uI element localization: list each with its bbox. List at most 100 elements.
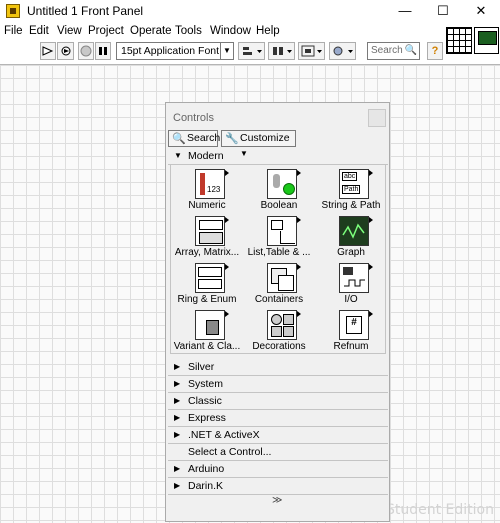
- category-label: .NET & ActiveX: [188, 429, 260, 441]
- category-dotnet-activex[interactable]: ▶ .NET & ActiveX: [168, 427, 388, 444]
- distribute-icon: [272, 47, 292, 55]
- palette-item-label: List,Table & ...: [247, 247, 311, 258]
- graph-icon: [339, 216, 373, 246]
- run-arrow-icon: [42, 46, 54, 56]
- array-matrix-icon: [195, 216, 229, 246]
- wrench-icon: 🔧: [225, 133, 239, 145]
- collapsed-triangle-icon: ▶: [174, 413, 181, 422]
- pause-button[interactable]: [95, 42, 111, 60]
- align-objects-button[interactable]: [238, 42, 265, 60]
- menu-window[interactable]: Window: [210, 25, 251, 37]
- palette-item-label: I/O: [344, 294, 358, 305]
- expanded-triangle-icon: ▼: [174, 151, 182, 160]
- palette-item-label: Numeric: [188, 200, 226, 211]
- palette-item-label: Refnum: [333, 341, 369, 352]
- category-express[interactable]: ▶ Express: [168, 410, 388, 427]
- resize-objects-button[interactable]: [298, 42, 325, 60]
- palette-item-list-table[interactable]: List,Table & ...: [243, 214, 315, 260]
- decorations-icon: [267, 310, 301, 340]
- palette-item-label: Array, Matrix...: [174, 247, 240, 258]
- reorder-button[interactable]: [329, 42, 356, 60]
- palette-close-button[interactable]: [368, 109, 386, 127]
- containers-icon: [267, 263, 301, 293]
- palette-item-numeric[interactable]: 123 Numeric: [171, 167, 243, 213]
- palette-item-io[interactable]: I/O: [315, 261, 387, 307]
- menu-help[interactable]: Help: [256, 25, 280, 37]
- category-classic[interactable]: ▶ Classic: [168, 393, 388, 410]
- category-modern[interactable]: ▼ Modern: [168, 148, 388, 165]
- search-input[interactable]: Search 🔍: [367, 42, 420, 60]
- palette-item-label: Variant & Cla...: [173, 341, 241, 352]
- palette-item-label: Graph: [337, 247, 365, 258]
- align-icon: [242, 47, 262, 55]
- font-select[interactable]: 15pt Application Font ▼: [116, 42, 234, 60]
- category-label: Express: [188, 412, 226, 424]
- palette-item-label: Containers: [254, 294, 304, 305]
- search-placeholder: Search: [371, 45, 403, 56]
- menu-tools[interactable]: Tools: [175, 25, 202, 37]
- category-label: Darin.K: [188, 480, 224, 492]
- vi-icon[interactable]: [474, 27, 499, 54]
- palette-item-refnum[interactable]: # Refnum: [315, 308, 387, 354]
- palette-item-variant-class[interactable]: Variant & Cla...: [171, 308, 243, 354]
- reorder-icon: [333, 46, 353, 56]
- category-darin-k[interactable]: ▶ Darin.K: [168, 478, 388, 495]
- palette-item-label: Ring & Enum: [177, 294, 237, 305]
- palette-item-containers[interactable]: Containers: [243, 261, 315, 307]
- labview-app-icon: [6, 4, 20, 18]
- category-silver[interactable]: ▶ Silver: [168, 359, 388, 376]
- palette-item-array-matrix[interactable]: Array, Matrix...: [171, 214, 243, 260]
- menu-project[interactable]: Project: [88, 25, 124, 37]
- connector-pane[interactable]: [446, 27, 472, 54]
- run-button[interactable]: [40, 42, 56, 60]
- collapsed-triangle-icon: ▶: [174, 396, 181, 405]
- category-label: Modern: [188, 150, 224, 162]
- palette-search-button[interactable]: 🔍 Search: [168, 130, 220, 147]
- menu-operate[interactable]: Operate: [130, 25, 172, 37]
- category-label: Select a Control...: [188, 446, 272, 458]
- distribute-objects-button[interactable]: [268, 42, 295, 60]
- collapsed-triangle-icon: ▶: [174, 464, 181, 473]
- run-continuously-button[interactable]: [57, 42, 74, 60]
- select-a-control-item[interactable]: Select a Control...: [168, 444, 388, 461]
- abort-button[interactable]: [78, 42, 94, 60]
- menu-file[interactable]: File: [4, 25, 23, 37]
- palette-item-string-path[interactable]: abc Path String & Path: [315, 167, 387, 213]
- maximize-button[interactable]: ☐: [424, 0, 462, 22]
- run-continuously-icon: [61, 46, 70, 56]
- expand-more-chevron-icon[interactable]: ≫: [272, 495, 282, 506]
- ring-enum-icon: [195, 263, 229, 293]
- context-help-button[interactable]: ?: [427, 42, 443, 60]
- category-label: Arduino: [188, 463, 225, 475]
- search-icon: 🔍: [404, 45, 417, 56]
- search-icon: 🔍: [172, 133, 186, 145]
- palette-customize-button[interactable]: 🔧 Customize ▼: [221, 130, 296, 158]
- vi-icon-screen: [478, 31, 497, 45]
- chevron-down-icon: ▼: [220, 43, 233, 59]
- palette-item-boolean[interactable]: Boolean: [243, 167, 315, 213]
- palette-item-decorations[interactable]: Decorations: [243, 308, 315, 354]
- boolean-icon: [267, 169, 301, 199]
- palette-item-ring-enum[interactable]: Ring & Enum: [171, 261, 243, 307]
- resize-icon: [301, 45, 322, 57]
- graph-waveform-icon: [342, 223, 365, 239]
- pause-icon: [99, 47, 107, 55]
- stop-icon: [80, 45, 92, 57]
- palette-customize-label: Customize: [240, 132, 290, 144]
- collapsed-triangle-icon: ▶: [174, 379, 181, 388]
- numeric-icon: 123: [195, 169, 229, 199]
- list-table-icon: [267, 216, 301, 246]
- io-pulse-icon: [344, 279, 365, 287]
- palette-item-graph[interactable]: Graph: [315, 214, 387, 260]
- controls-palette: Controls 🔍 Search 🔧 Customize ▼ ▼ Modern…: [165, 102, 390, 522]
- category-label: Silver: [188, 361, 215, 373]
- string-path-icon: abc Path: [339, 169, 373, 199]
- palette-item-label: Decorations: [252, 341, 306, 352]
- category-system[interactable]: ▶ System: [168, 376, 388, 393]
- toolbar: 15pt Application Font ▼ Search 🔍 ?: [0, 41, 444, 63]
- close-button[interactable]: ✕: [462, 0, 500, 22]
- menu-view[interactable]: View: [57, 25, 82, 37]
- menu-edit[interactable]: Edit: [29, 25, 49, 37]
- category-arduino[interactable]: ▶ Arduino: [168, 461, 388, 478]
- minimize-button[interactable]: —: [386, 0, 424, 22]
